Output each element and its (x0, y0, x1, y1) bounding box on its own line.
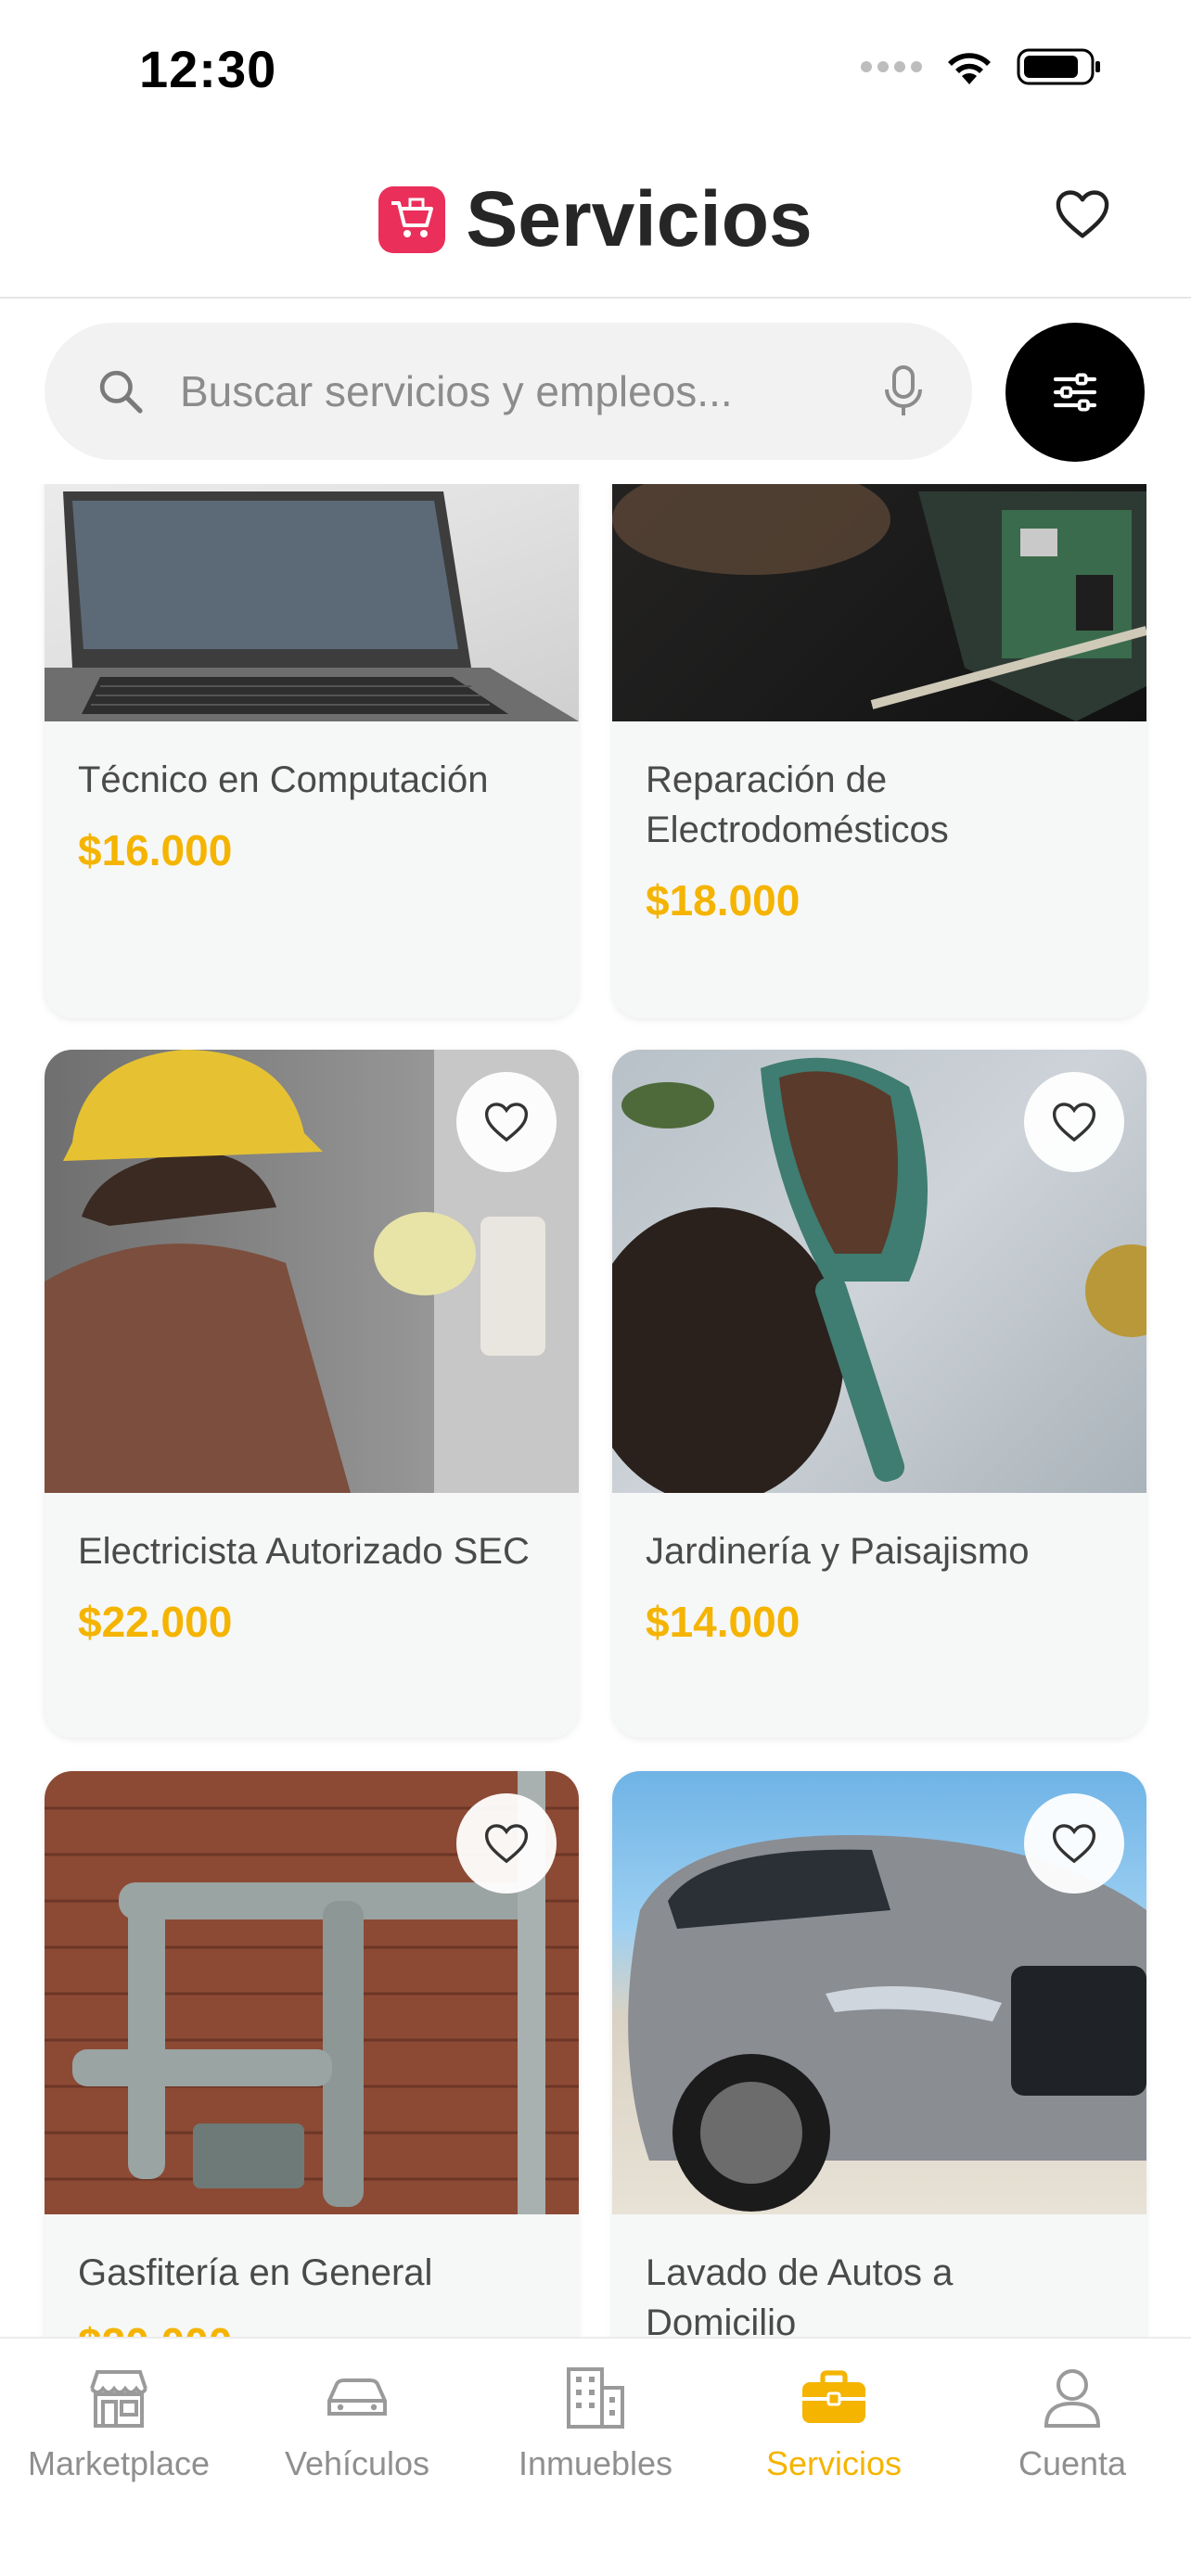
user-icon (1043, 2366, 1102, 2429)
listings-grid: Técnico en Computación $16.000 Reparació… (0, 484, 1191, 2337)
listing-body: Jardinería y Paisajismo $14.000 (612, 1493, 1146, 1647)
favorite-button[interactable] (456, 1793, 557, 1894)
bottom-tab-bar: Marketplace Vehículos Inmuebles Servicio… (0, 2337, 1191, 2576)
heart-icon (484, 1824, 529, 1864)
microphone-icon[interactable] (883, 363, 924, 419)
listing-body: Electricista Autorizado SEC $22.000 (45, 1493, 579, 1647)
listing-image-electrician (45, 1050, 579, 1493)
search-bar[interactable] (45, 323, 972, 460)
heart-icon (484, 1103, 529, 1142)
tab-marketplace[interactable]: Marketplace (0, 2366, 237, 2483)
sliders-icon (1053, 373, 1097, 412)
tab-label: Servicios (765, 2444, 903, 2482)
heart-icon (1052, 1103, 1096, 1142)
listing-image-plumbing (45, 1771, 579, 2214)
tab-cuenta[interactable]: Cuenta (954, 2366, 1191, 2483)
tab-label: Marketplace (27, 2444, 211, 2482)
tab-label: Vehículos (284, 2444, 430, 2482)
favorite-button[interactable] (1024, 1793, 1124, 1894)
favorites-heart-icon[interactable] (1052, 184, 1113, 245)
listing-image-laptop (45, 484, 579, 721)
building-icon (565, 2366, 626, 2429)
store-icon (86, 2366, 151, 2429)
listing-price: $16.000 (78, 826, 233, 874)
listing-card[interactable]: Lavado de Autos a Domicilio (612, 1771, 1146, 2337)
listing-title: Jardinería y Paisajismo (646, 1531, 1030, 1572)
listing-title: Reparación de Electrodomésticos (646, 759, 949, 850)
briefcase-icon (800, 2366, 867, 2429)
listing-body: Reparación de Electrodomésticos $18.000 (612, 721, 1146, 925)
tab-inmuebles[interactable]: Inmuebles (477, 2366, 714, 2483)
listing-card[interactable]: Reparación de Electrodomésticos $18.000 (612, 484, 1146, 1018)
listing-image-gardening (612, 1050, 1146, 1493)
listing-body: Lavado de Autos a Domicilio (612, 2214, 1146, 2337)
listing-title: Electricista Autorizado SEC (78, 1531, 530, 1572)
tab-vehiculos[interactable]: Vehículos (238, 2366, 476, 2483)
listing-body: Gasfitería en General $20.000 (45, 2214, 579, 2337)
listing-card[interactable]: Electricista Autorizado SEC $22.000 (45, 1050, 579, 1738)
listing-card[interactable]: Gasfitería en General $20.000 (45, 1771, 579, 2337)
car-icon (324, 2366, 391, 2429)
filter-button[interactable] (1005, 323, 1145, 462)
header-title-group: Servicios (0, 174, 1191, 264)
listing-price: $22.000 (78, 1598, 233, 1646)
tab-label: Inmuebles (518, 2444, 673, 2482)
wifi-icon (948, 53, 991, 84)
listing-title: Técnico en Computación (78, 759, 489, 800)
heart-icon (1052, 1824, 1096, 1864)
listing-title: Gasfitería en General (78, 2252, 433, 2293)
listing-card[interactable]: Técnico en Computación $16.000 (45, 484, 579, 1018)
app-header: Servicios (0, 139, 1191, 299)
search-input[interactable] (180, 323, 885, 460)
favorite-button[interactable] (456, 1072, 557, 1172)
listing-body: Técnico en Computación $16.000 (45, 721, 579, 875)
listing-image-car (612, 1771, 1146, 2214)
status-icons (861, 46, 1102, 87)
status-time: 12:30 (139, 40, 277, 98)
listing-image-electronics (612, 484, 1146, 721)
battery-icon (1017, 48, 1100, 85)
status-bar: 12:30 (0, 0, 1191, 139)
cellular-signal-icon (861, 61, 922, 72)
tab-label: Cuenta (1018, 2444, 1127, 2482)
page-title: Servicios (466, 175, 813, 262)
listing-price: $20.000 (78, 2318, 545, 2337)
listing-card[interactable]: Jardinería y Paisajismo $14.000 (612, 1050, 1146, 1738)
listing-price: $14.000 (646, 1598, 800, 1646)
tab-servicios[interactable]: Servicios (715, 2366, 953, 2483)
listing-title: Lavado de Autos a Domicilio (646, 2252, 954, 2337)
app-logo-icon (378, 185, 446, 253)
favorite-button[interactable] (1024, 1072, 1124, 1172)
listing-price: $18.000 (646, 876, 800, 925)
search-icon (99, 370, 143, 414)
